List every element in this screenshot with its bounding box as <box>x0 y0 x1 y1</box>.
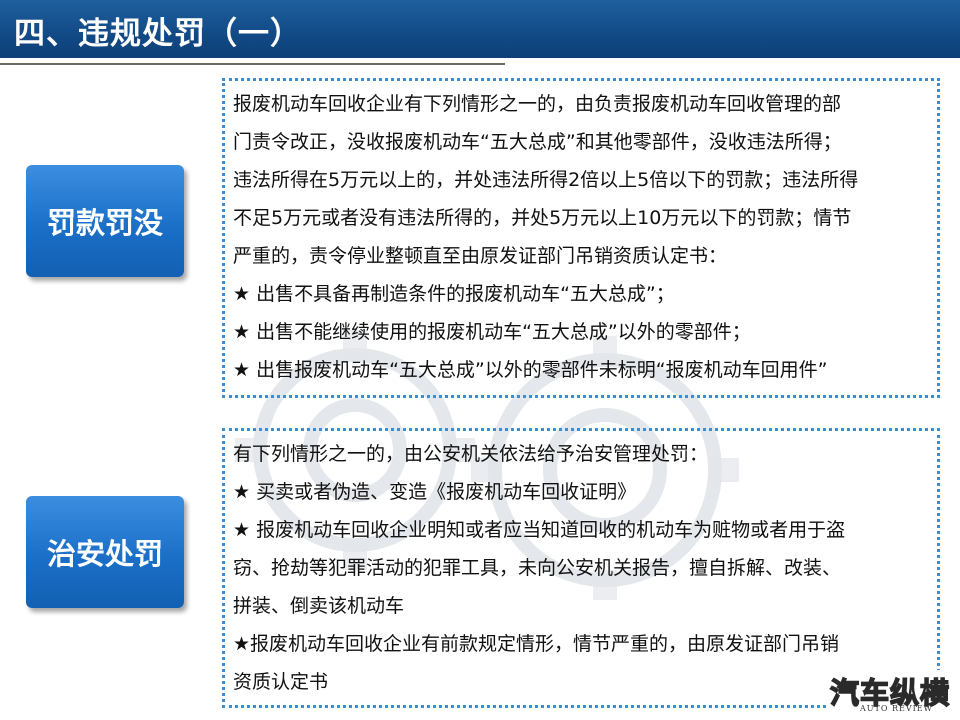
page-title: 四、违规处罚（一） <box>14 16 302 52</box>
logo-english-text: AUTO REVIEW <box>860 704 933 713</box>
label-public-security: 治安处罚 <box>26 496 184 608</box>
security-bullet: ★ 报废机动车回收企业明知或者应当知道回收的机动车为赃物或者用于盗 <box>233 519 846 541</box>
fines-bullet: ★ 出售不具备再制造条件的报废机动车“五大总成”； <box>233 283 675 305</box>
fines-line: 不足5万元或者没有违法所得的，并处5万元以上10万元以下的罚款；情节 <box>233 207 852 229</box>
fines-content-box: 报废机动车回收企业有下列情形之一的，由负责报废机动车回收管理的部 门责令改正，没… <box>222 78 940 398</box>
security-line: 窃、抢劫等犯罪活动的犯罪工具，未向公安机关报告，擅自拆解、改装、 <box>233 557 842 579</box>
fines-line: 报废机动车回收企业有下列情形之一的，由负责报废机动车回收管理的部 <box>233 93 842 115</box>
security-bullet: ★报废机动车回收企业有前款规定情形，情节严重的，由原发证部门吊销 <box>233 633 840 655</box>
title-bar: 四、违规处罚（一） <box>0 0 960 58</box>
fines-line: 门责令改正，没收报废机动车“五大总成”和其他零部件，没收违法所得； <box>233 131 842 153</box>
title-divider <box>0 63 505 65</box>
label-fines-confiscation: 罚款罚没 <box>26 165 184 277</box>
security-line: 有下列情形之一的，由公安机关依法给予治安管理处罚： <box>233 443 709 465</box>
fines-line: 违法所得在5万元以上的，并处违法所得2倍以上5倍以下的罚款；违法所得 <box>233 169 859 191</box>
security-line: 资质认定书 <box>233 671 329 693</box>
fines-line: 严重的，责令停业整顿直至由原发证部门吊销资质认定书： <box>233 245 728 267</box>
fines-bullet: ★ 出售不能继续使用的报废机动车“五大总成”以外的零部件； <box>233 321 751 343</box>
fines-bullet: ★ 出售报废机动车“五大总成”以外的零部件未标明“报废机动车回用件” <box>233 359 828 381</box>
security-bullet: ★ 买卖或者伪造、变造《报废机动车回收证明》 <box>233 481 637 503</box>
security-line: 拼装、倒卖该机动车 <box>233 595 405 617</box>
security-content-box: 有下列情形之一的，由公安机关依法给予治安管理处罚： ★ 买卖或者伪造、变造《报废… <box>222 428 940 708</box>
auto-review-logo: 汽车纵横 AUTO REVIEW <box>826 670 956 716</box>
